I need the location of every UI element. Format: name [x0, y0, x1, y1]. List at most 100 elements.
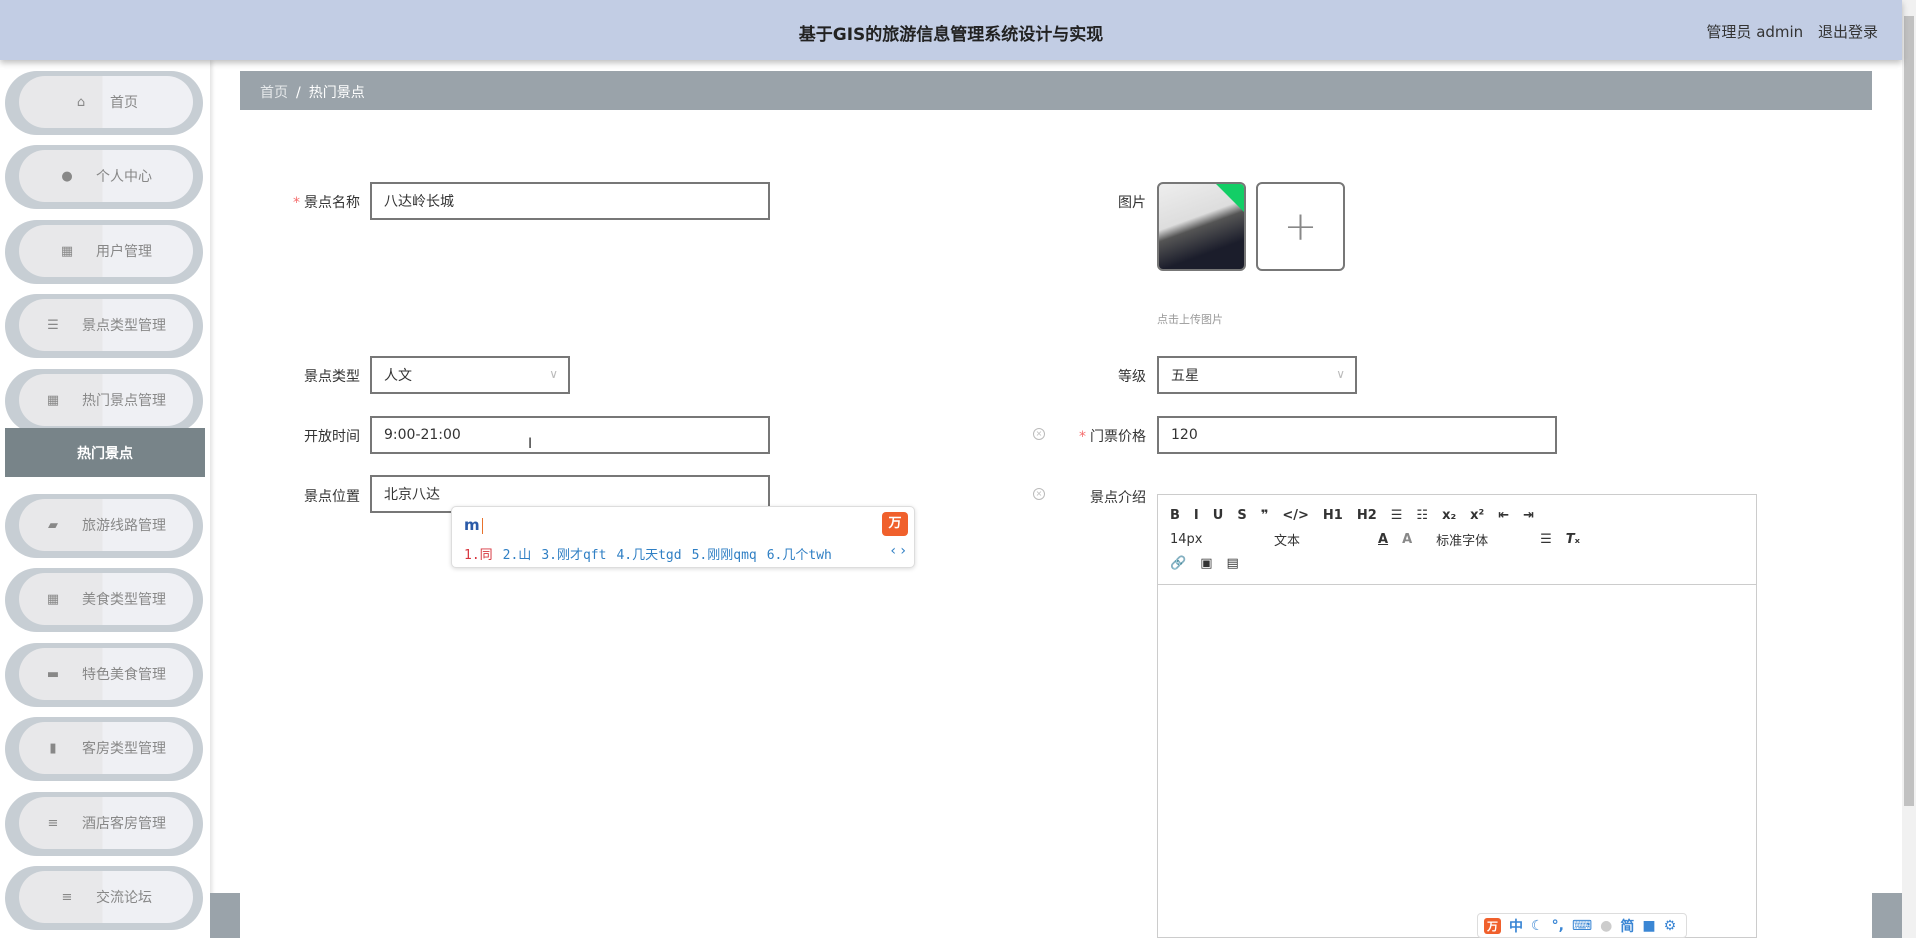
toolbar-button[interactable]: ☰ — [1391, 508, 1403, 523]
user-icon[interactable]: ● — [1600, 918, 1612, 934]
toolbar-button[interactable]: H1 — [1323, 508, 1343, 523]
add-image-button[interactable]: + — [1256, 182, 1345, 271]
sidebar-item-label: 旅游线路管理 — [82, 518, 166, 534]
sidebar-item[interactable]: ● 个人中心 — [5, 145, 203, 209]
sidebar-item[interactable]: ▰ 旅游线路管理 — [5, 494, 203, 558]
required-mark: * — [293, 195, 300, 211]
ime-logo-icon: 万 — [882, 512, 908, 536]
toolbar-button[interactable]: x² — [1470, 508, 1484, 523]
toolbar-button[interactable]: H2 — [1357, 508, 1377, 523]
logout-link[interactable]: 退出登录 — [1818, 23, 1878, 41]
submenu-item-hot-spots[interactable]: 热门景点 — [5, 428, 205, 477]
toolbar-button[interactable]: x₂ — [1442, 508, 1456, 523]
ime-page-arrows-icon[interactable]: ‹ › — [890, 543, 906, 559]
breadcrumb-home[interactable]: 首页 — [260, 85, 288, 101]
clear-format-icon[interactable]: Tₓ — [1566, 532, 1580, 547]
text-cursor-icon: I — [528, 436, 533, 452]
sidebar-item[interactable]: ▦ 美食类型管理 — [5, 568, 203, 632]
price-label: * 门票价格 — [1026, 426, 1146, 446]
editor-content[interactable] — [1158, 585, 1756, 935]
sidebar-item-inner: ▰ 旅游线路管理 — [19, 499, 193, 551]
punctuation-icon[interactable]: °, — [1552, 918, 1564, 934]
success-check-icon — [1214, 184, 1244, 215]
type-value: 人文 — [384, 368, 412, 384]
ime-status-bar: 万 中 ☾ °, ⌨ ● 简 ■ ⚙ — [1477, 913, 1687, 938]
image-icon[interactable]: ▣ — [1200, 556, 1212, 571]
font-color-icon[interactable]: A — [1378, 532, 1388, 547]
toolbar-button[interactable]: ☷ — [1416, 508, 1428, 523]
simplified-toggle[interactable]: 简 — [1620, 916, 1634, 936]
sidebar-item-label: 美食类型管理 — [82, 592, 166, 608]
video-icon[interactable]: ▤ — [1226, 556, 1238, 571]
background-color-icon[interactable]: A — [1402, 532, 1412, 547]
level-value: 五星 — [1171, 368, 1199, 384]
toolbar-button[interactable]: I — [1194, 508, 1199, 523]
sidebar-item-label: 用户管理 — [96, 244, 152, 260]
ime-mode[interactable]: 中 — [1509, 916, 1523, 936]
chevron-down-icon: ∨ — [1336, 367, 1345, 381]
sidebar-item[interactable]: ▦ 用户管理 — [5, 220, 203, 284]
toolbar-button[interactable]: ⇥ — [1523, 508, 1534, 523]
name-input[interactable]: 八达岭长城 — [370, 182, 770, 220]
ime-candidate[interactable]: 1.同 — [464, 544, 493, 563]
toolbar-button[interactable]: ⇤ — [1498, 508, 1509, 523]
time-input[interactable]: 9:00-21:00 — [370, 416, 770, 454]
type-select[interactable]: 人文 ∨ — [370, 356, 570, 394]
scrollbar[interactable] — [1902, 0, 1916, 938]
bar-chart-icon: ▮ — [49, 740, 57, 756]
sliders-icon: ☰ — [47, 317, 59, 333]
chevron-down-icon: ∨ — [549, 367, 558, 381]
ime-candidate[interactable]: 3.刚才qft — [541, 544, 606, 563]
ime-candidate[interactable]: 4.几天tgd — [616, 544, 681, 563]
sidebar-item[interactable]: ≡ 交流论坛 — [5, 866, 203, 930]
user-icon: ● — [61, 168, 73, 184]
upload-hint: 点击上传图片 — [1157, 313, 1223, 326]
text-style-select[interactable]: 文本 — [1274, 530, 1364, 549]
breadcrumb-current: 热门景点 — [308, 85, 365, 101]
link-icon[interactable]: 🔗 — [1170, 556, 1186, 571]
align-icon[interactable]: ☰ — [1540, 532, 1552, 547]
breadcrumb: 首页 / 热门景点 — [240, 71, 1872, 110]
user-area: 管理员 admin 退出登录 — [1696, 21, 1878, 42]
ime-candidate-popup: m 万 1.同 2.山 3.刚才qft 4.几天tgd 5.刚刚qmq 6.几个twh ‹… — [451, 506, 915, 568]
sidebar-item-label: 热门景点管理 — [82, 393, 166, 409]
toolbar-button[interactable]: U — [1213, 508, 1224, 523]
level-select[interactable]: 五星 ∨ — [1157, 356, 1357, 394]
level-label: 等级 — [1118, 369, 1146, 385]
sidebar-item[interactable]: ▬ 特色美食管理 — [5, 643, 203, 707]
time-label: 开放时间 — [304, 429, 360, 445]
scrollbar-thumb[interactable] — [1904, 16, 1914, 806]
price-input[interactable]: 120 — [1157, 416, 1557, 454]
sidebar-item[interactable]: ▮ 客房类型管理 — [5, 717, 203, 781]
skin-icon[interactable]: ■ — [1642, 918, 1655, 934]
sidebar-item-inner: ▦ 热门景点管理 — [19, 374, 193, 426]
toolbar-button[interactable]: </> — [1282, 508, 1309, 523]
sidebar-item[interactable]: ▦ 热门景点管理 — [5, 369, 203, 433]
sidebar-item[interactable]: ☰ 景点类型管理 — [5, 294, 203, 358]
settings-icon[interactable]: ⚙ — [1664, 918, 1677, 934]
ime-candidate[interactable]: 2.山 — [503, 544, 532, 563]
home-icon: ⌂ — [76, 94, 86, 110]
font-size-select[interactable]: 14px — [1170, 532, 1260, 547]
breadcrumb-separator: / — [296, 85, 301, 101]
moon-icon[interactable]: ☾ — [1531, 918, 1544, 934]
ime-candidate[interactable]: 6.几个twh — [767, 544, 832, 563]
sidebar-item-label: 交流论坛 — [96, 890, 152, 906]
footer-bar-right — [1872, 893, 1902, 938]
user-name: 管理员 admin — [1706, 23, 1804, 41]
sidebar-item-inner: ▦ 美食类型管理 — [19, 573, 193, 625]
price-label-text: 门票价格 — [1090, 429, 1146, 445]
intro-label: 景点介绍 — [1090, 490, 1146, 506]
sidebar-item-inner: ● 个人中心 — [19, 150, 193, 202]
toolbar-button[interactable]: ❞ — [1261, 508, 1269, 523]
uploaded-image[interactable] — [1157, 182, 1246, 271]
sidebar-item-inner: ▮ 客房类型管理 — [19, 722, 193, 774]
font-family-select[interactable]: 标准字体 — [1436, 530, 1526, 549]
keyboard-icon[interactable]: ⌨ — [1572, 918, 1592, 934]
ime-candidate[interactable]: 5.刚刚qmq — [692, 544, 757, 563]
sidebar-item-inner: ≡ 酒店客房管理 — [19, 797, 193, 849]
sidebar-item[interactable]: ⌂ 首页 — [5, 71, 203, 135]
toolbar-button[interactable]: B — [1170, 508, 1180, 523]
toolbar-button[interactable]: S — [1237, 508, 1246, 523]
sidebar-item[interactable]: ≡ 酒店客房管理 — [5, 792, 203, 856]
